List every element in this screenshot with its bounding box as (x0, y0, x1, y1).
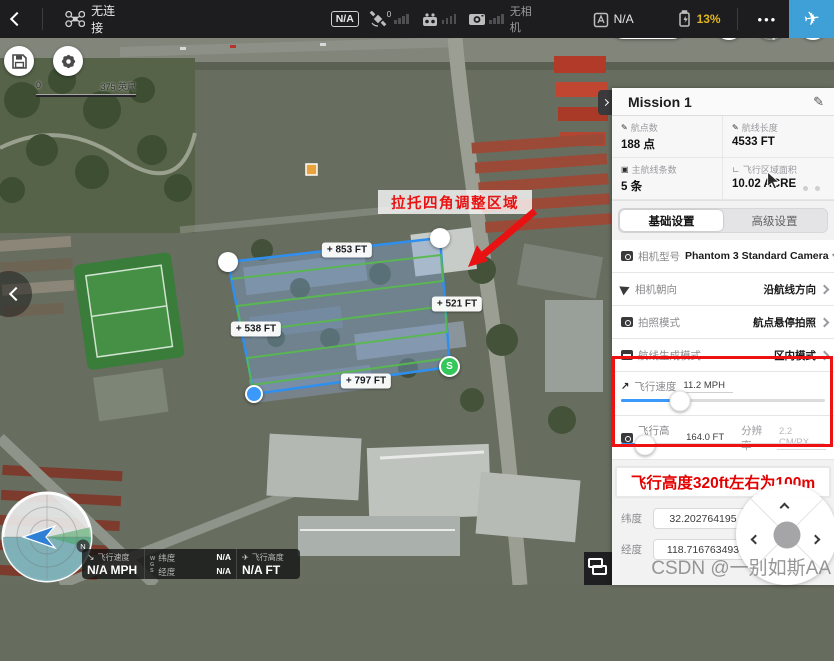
save-icon (12, 54, 27, 69)
mission-title: Mission 1 (628, 94, 813, 110)
chevron-right-icon (820, 350, 830, 360)
telemetry-speed-value: N/A MPH (87, 563, 139, 577)
area-icon: ∟ (732, 165, 740, 174)
dpad-up-button[interactable] (781, 498, 788, 516)
scale-distance-label: 375 英尺 (100, 80, 136, 93)
setting-camera-heading[interactable]: 相机朝向 沿航线方向 (612, 273, 834, 306)
speed-slider-thumb[interactable] (670, 390, 691, 411)
airplane-icon: ✈ (802, 7, 821, 32)
stat-main-lines: ▣主航线条数 5 条 (612, 158, 723, 200)
telemetry-lat-value: N/A (175, 552, 231, 564)
scale-start-label: 0 (36, 80, 41, 93)
satellite-signal-bars (394, 14, 409, 24)
altitude-slider-thumb[interactable] (635, 434, 656, 455)
satellite-count: 0 (387, 10, 391, 19)
tab-advanced-settings[interactable]: 高级设置 (723, 210, 826, 231)
speed-icon: ↗ (621, 381, 629, 392)
attitude-compass-indicator: N (0, 489, 95, 585)
polygon-corner-handle-top-right[interactable] (430, 228, 450, 248)
edge-length-label-bottom: + 797 FT (341, 374, 391, 389)
route-lines-icon: ▣ (621, 165, 629, 174)
setting-route-generation-mode[interactable]: 航线生成模式 区内模式 (612, 339, 834, 372)
status-bar: 无连接 N/A 0 无相机 N/A (0, 0, 834, 38)
waypoint-icon: ✎ (621, 123, 628, 132)
gear-icon (60, 53, 77, 70)
battery-percent: 13% (697, 12, 721, 26)
stats-pagination-dots (803, 186, 820, 191)
setting-camera-model[interactable]: 相机型号 Phantom 3 Standard Camera (612, 240, 834, 273)
telemetry-speed: ↘飞行速度 N/A MPH (82, 549, 144, 579)
back-button[interactable] (0, 14, 34, 24)
mouse-cursor-secondary (767, 172, 780, 190)
chevron-right-icon (820, 317, 830, 327)
telemetry-altitude: ✈飞行高度 N/A FT (236, 549, 300, 579)
map-scale-bar: 0 375 英尺 (36, 80, 136, 97)
polygon-corner-handle-top-left[interactable] (218, 252, 238, 272)
chevron-right-icon (601, 99, 608, 106)
edit-mission-button[interactable]: ✎ (813, 94, 824, 110)
telemetry-bar: ↘飞行速度 N/A MPH WGS 纬度N/A 经度N/A ✈飞行高度 N/A … (82, 549, 300, 579)
telemetry-coordinates: WGS 纬度N/A 经度N/A (144, 549, 236, 579)
red-arrow-annotation (455, 203, 550, 273)
camera-status: 无相机 (510, 3, 541, 35)
drone-icon (65, 10, 86, 28)
stat-route-length: ✎航线长度 4533 FT (723, 116, 834, 158)
rc-signal-bars (442, 14, 457, 24)
edge-length-label-top: + 853 FT (322, 243, 372, 258)
dpad-right-button[interactable] (812, 530, 819, 548)
settings-tabs: 基础设置 高级设置 (618, 208, 828, 233)
route-length-icon: ✎ (732, 123, 739, 132)
resolution-value: 2.2 CM/PX (777, 426, 826, 450)
wgs-datum-label: WGS (150, 556, 155, 574)
altitude-plane-icon: ✈ (242, 553, 249, 562)
camera-model-icon (621, 251, 633, 261)
flight-speed-value: 11.2 MPH (681, 380, 733, 393)
route-mode-icon (621, 350, 633, 360)
flight-altitude-slider[interactable] (621, 443, 825, 446)
polygon-corner-handle-bottom-left[interactable] (245, 385, 263, 403)
edge-length-label-right: + 521 FT (432, 297, 482, 312)
capture-mode-icon (621, 317, 633, 327)
tab-basic-settings[interactable]: 基础设置 (620, 210, 723, 231)
camera-icon (468, 12, 486, 26)
save-mission-button[interactable] (4, 46, 34, 76)
map-settings-button[interactable] (53, 46, 83, 76)
setting-capture-mode[interactable]: 拍照模式 航点悬停拍照 (612, 306, 834, 339)
mission-header: Mission 1 ✎ (612, 88, 834, 116)
dpad-center-button[interactable] (773, 521, 800, 548)
remote-controller-icon (421, 12, 439, 27)
route-start-marker[interactable]: S (439, 356, 460, 377)
takeoff-button[interactable]: ✈ (789, 0, 834, 38)
altitude-icon (621, 433, 633, 443)
camera-heading-icon (619, 283, 631, 296)
flight-speed-slider[interactable] (621, 399, 825, 402)
flight-readiness-icon (593, 11, 609, 28)
dpad-left-button[interactable] (752, 530, 759, 548)
more-menu-button[interactable]: ••• (746, 12, 790, 27)
map-type-button[interactable] (584, 552, 612, 585)
panel-collapse-tab[interactable] (598, 90, 612, 115)
resolution-label: 分辨率 (741, 423, 772, 453)
telemetry-lng-value: N/A (175, 566, 231, 578)
speed-arrow-icon: ↘ (87, 552, 95, 563)
flight-altitude-row: 飞行高度 164.0 FT 分辨率 2.2 CM/PX (612, 416, 834, 460)
stat-waypoint-count: ✎航点数 188 点 (612, 116, 723, 158)
edge-length-label-left: + 538 FT (231, 322, 281, 337)
chevron-left-icon (9, 287, 23, 301)
flight-speed-row: ↗ 飞行速度 11.2 MPH (612, 372, 834, 416)
mission-stats: ✎航点数 188 点 ✎航线长度 4533 FT ▣主航线条数 5 条 ∟飞行区… (612, 116, 834, 201)
connection-status: 无连接 (91, 2, 125, 36)
gps-na-badge: N/A (331, 11, 359, 27)
back-chevron-icon (10, 12, 24, 26)
watermark: CSDN @一别如斯AA (651, 553, 831, 580)
telemetry-altitude-value: N/A FT (242, 563, 295, 577)
satellite-icon (369, 11, 387, 27)
readiness-value: N/A (614, 12, 634, 26)
camera-signal-bars (489, 14, 504, 24)
chevron-right-icon (820, 284, 830, 294)
battery-icon (678, 10, 693, 28)
